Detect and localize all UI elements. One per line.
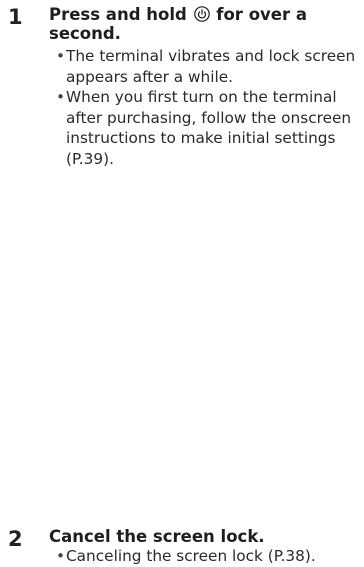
- step-title-before: Press and hold: [49, 5, 187, 24]
- step-title: Cancel the screen lock.: [49, 527, 265, 546]
- step-bullets: Canceling the screen lock (P.38).: [56, 546, 364, 567]
- step-title: Press and hold for over a second.: [49, 5, 349, 43]
- power-icon: [193, 6, 210, 22]
- bullet-item: Canceling the screen lock (P.38).: [56, 546, 364, 567]
- bullet-item: When you first turn on the terminal afte…: [56, 87, 364, 169]
- step-bullets: The terminal vibrates and lock screen ap…: [56, 46, 364, 169]
- bullet-item: The terminal vibrates and lock screen ap…: [56, 46, 364, 87]
- step-number: 2: [8, 527, 23, 551]
- step-number: 1: [8, 5, 23, 29]
